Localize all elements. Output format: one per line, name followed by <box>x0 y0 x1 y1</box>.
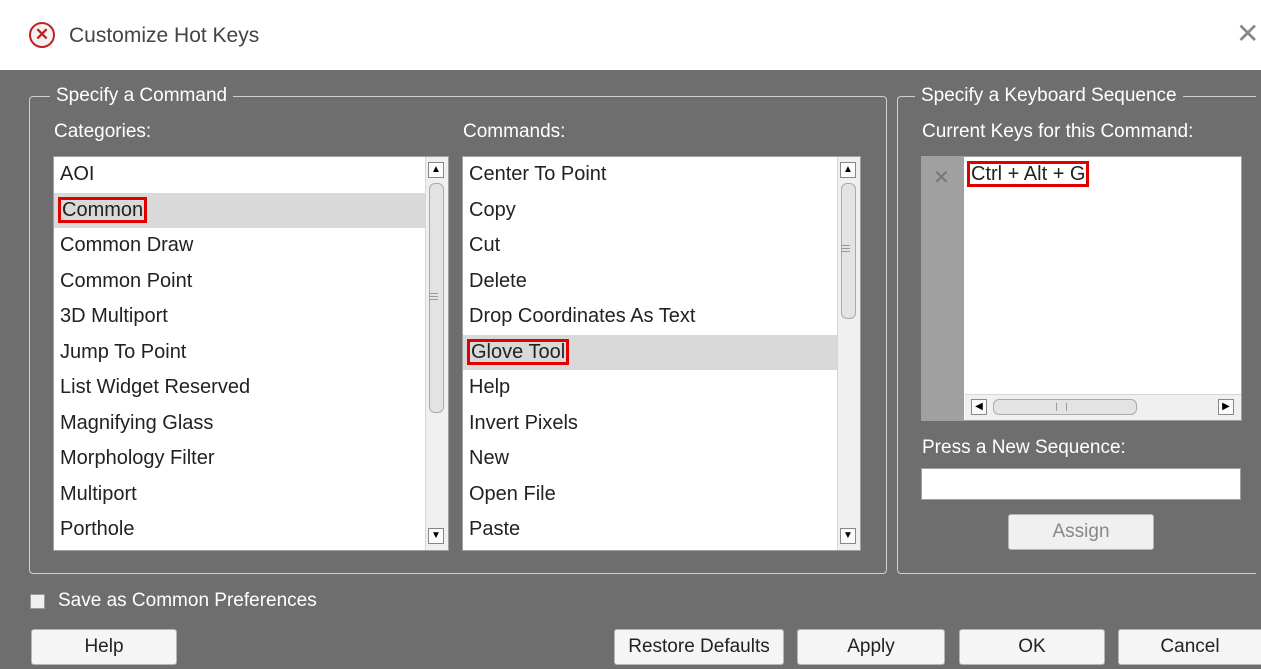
command-item[interactable]: Open File <box>463 477 837 513</box>
command-item-label: Invert Pixels <box>469 411 578 434</box>
category-item-label: Porthole <box>60 518 135 540</box>
assign-button[interactable]: Assign <box>1008 514 1154 550</box>
category-item[interactable]: Morphology Filter <box>54 441 425 477</box>
command-item[interactable]: Glove Tool <box>463 334 837 370</box>
command-item[interactable]: Paste <box>463 512 837 548</box>
category-item[interactable]: Magnifying Glass <box>54 406 425 442</box>
apply-button[interactable]: Apply <box>797 629 945 665</box>
hscroll-thumb[interactable] <box>993 399 1137 415</box>
commands-items: Center To Point Copy Cut Delete Drop Coordin… <box>463 157 837 548</box>
command-item[interactable]: Invert Pixels <box>463 406 837 442</box>
category-item-label: 3D Multiport <box>60 305 168 327</box>
command-item-label: Cut <box>469 234 501 256</box>
category-item-label: Common Draw <box>60 234 194 256</box>
scroll-grip-icon <box>841 245 850 246</box>
command-item[interactable]: Help <box>463 370 837 406</box>
current-key-label: Ctrl + Alt + G <box>966 161 1090 187</box>
command-item-label: Copy <box>469 198 516 221</box>
command-item[interactable]: Center To Point <box>463 157 837 193</box>
category-item[interactable]: Common Draw <box>54 228 425 264</box>
category-item[interactable]: Common Point <box>54 264 425 300</box>
hscroll-grip-icon <box>1056 403 1067 411</box>
category-item-label: Morphology Filter <box>60 447 215 469</box>
categories-label: Categories: <box>54 121 152 142</box>
command-item-label: Help <box>469 376 511 398</box>
window-title: Customize Hot Keys <box>69 24 260 47</box>
ok-button[interactable]: OK <box>959 629 1105 665</box>
categories-items: AOI Common Common Draw Common Point 3D Multi… <box>54 157 425 548</box>
command-item-label: Open File <box>469 482 556 505</box>
command-item-label: Delete <box>469 269 527 292</box>
restore-defaults-button[interactable]: Restore Defaults <box>614 629 784 665</box>
command-group-legend: Specify a Command <box>50 84 234 108</box>
remove-key-icon[interactable]: ✕ <box>933 165 950 190</box>
command-item-label: Center To Point <box>469 163 607 185</box>
new-sequence-input[interactable] <box>921 468 1241 500</box>
current-keys-label: Current Keys for this Command: <box>922 121 1194 142</box>
category-item[interactable]: Common <box>54 192 425 228</box>
categories-listbox[interactable]: AOI Common Common Draw Common Point 3D Multi… <box>53 156 449 551</box>
category-item[interactable]: Jump To Point <box>54 335 425 371</box>
save-common-checkbox[interactable] <box>30 594 45 609</box>
key-gutter <box>922 157 964 420</box>
current-keys-listbox[interactable]: ✕ Ctrl + Alt + G ◀ ▶ <box>921 156 1242 421</box>
category-item-label: Multiport <box>60 482 137 505</box>
command-item[interactable]: Delete <box>463 264 837 300</box>
command-item-label: New <box>469 447 510 469</box>
command-item-label: Paste <box>469 518 521 540</box>
scroll-up-arrow-icon[interactable]: ▲ <box>428 162 444 178</box>
command-item-label: Glove Tool <box>466 338 570 365</box>
command-item[interactable]: New <box>463 441 837 477</box>
scroll-grip-icon <box>429 293 438 294</box>
current-key-item[interactable]: Ctrl + Alt + G <box>965 157 1241 193</box>
category-item[interactable]: Porthole <box>54 512 425 548</box>
category-item-label: AOI <box>60 163 95 185</box>
commands-scrollbar[interactable]: ▲ ▼ <box>837 157 860 550</box>
scroll-left-arrow-icon[interactable]: ◀ <box>971 399 987 415</box>
scroll-right-arrow-icon[interactable]: ▶ <box>1218 399 1234 415</box>
dialog-body: Specify a Command Categories: Commands: … <box>0 70 1261 669</box>
scroll-grip-icon <box>841 248 850 249</box>
new-sequence-label: Press a New Sequence: <box>922 437 1126 458</box>
save-common-label[interactable]: Save as Common Preferences <box>58 590 317 612</box>
command-item[interactable]: Drop Coordinates As Text <box>463 299 837 335</box>
command-item[interactable]: Cut <box>463 228 837 264</box>
close-icon[interactable]: ✕ <box>1236 19 1259 49</box>
scroll-up-arrow-icon[interactable]: ▲ <box>840 162 856 178</box>
command-item[interactable]: Copy <box>463 193 837 229</box>
keys-hscrollbar[interactable]: ◀ ▶ <box>965 394 1241 420</box>
category-item[interactable]: AOI <box>54 157 425 193</box>
category-item-label: Common Point <box>60 269 193 292</box>
category-item-label: Jump To Point <box>60 340 187 363</box>
category-item[interactable]: Multiport <box>54 477 425 513</box>
category-item-label: List Widget Reserved <box>60 376 251 398</box>
command-item-label: Drop Coordinates As Text <box>469 305 696 327</box>
app-error-icon: ✕ <box>29 22 55 48</box>
scroll-grip-icon <box>429 299 438 300</box>
category-item-label: Common <box>57 196 148 223</box>
help-button[interactable]: Help <box>31 629 177 665</box>
current-keys-items: Ctrl + Alt + G <box>965 157 1241 193</box>
scroll-down-arrow-icon[interactable]: ▼ <box>840 528 856 544</box>
scroll-grip-icon <box>841 251 850 252</box>
commands-listbox[interactable]: Center To Point Copy Cut Delete Drop Coordin… <box>462 156 861 551</box>
category-item[interactable]: List Widget Reserved <box>54 370 425 406</box>
title-bar: ✕ Customize Hot Keys ✕ <box>0 0 1261 70</box>
category-item-label: Magnifying Glass <box>60 411 214 434</box>
cancel-button[interactable]: Cancel <box>1118 629 1261 665</box>
scroll-thumb[interactable] <box>429 183 444 413</box>
keyboard-group-legend: Specify a Keyboard Sequence <box>915 84 1183 108</box>
commands-label: Commands: <box>463 121 566 142</box>
scroll-down-arrow-icon[interactable]: ▼ <box>428 528 444 544</box>
scroll-grip-icon <box>429 296 438 297</box>
categories-scrollbar[interactable]: ▲ ▼ <box>425 157 448 550</box>
category-item[interactable]: 3D Multiport <box>54 299 425 335</box>
